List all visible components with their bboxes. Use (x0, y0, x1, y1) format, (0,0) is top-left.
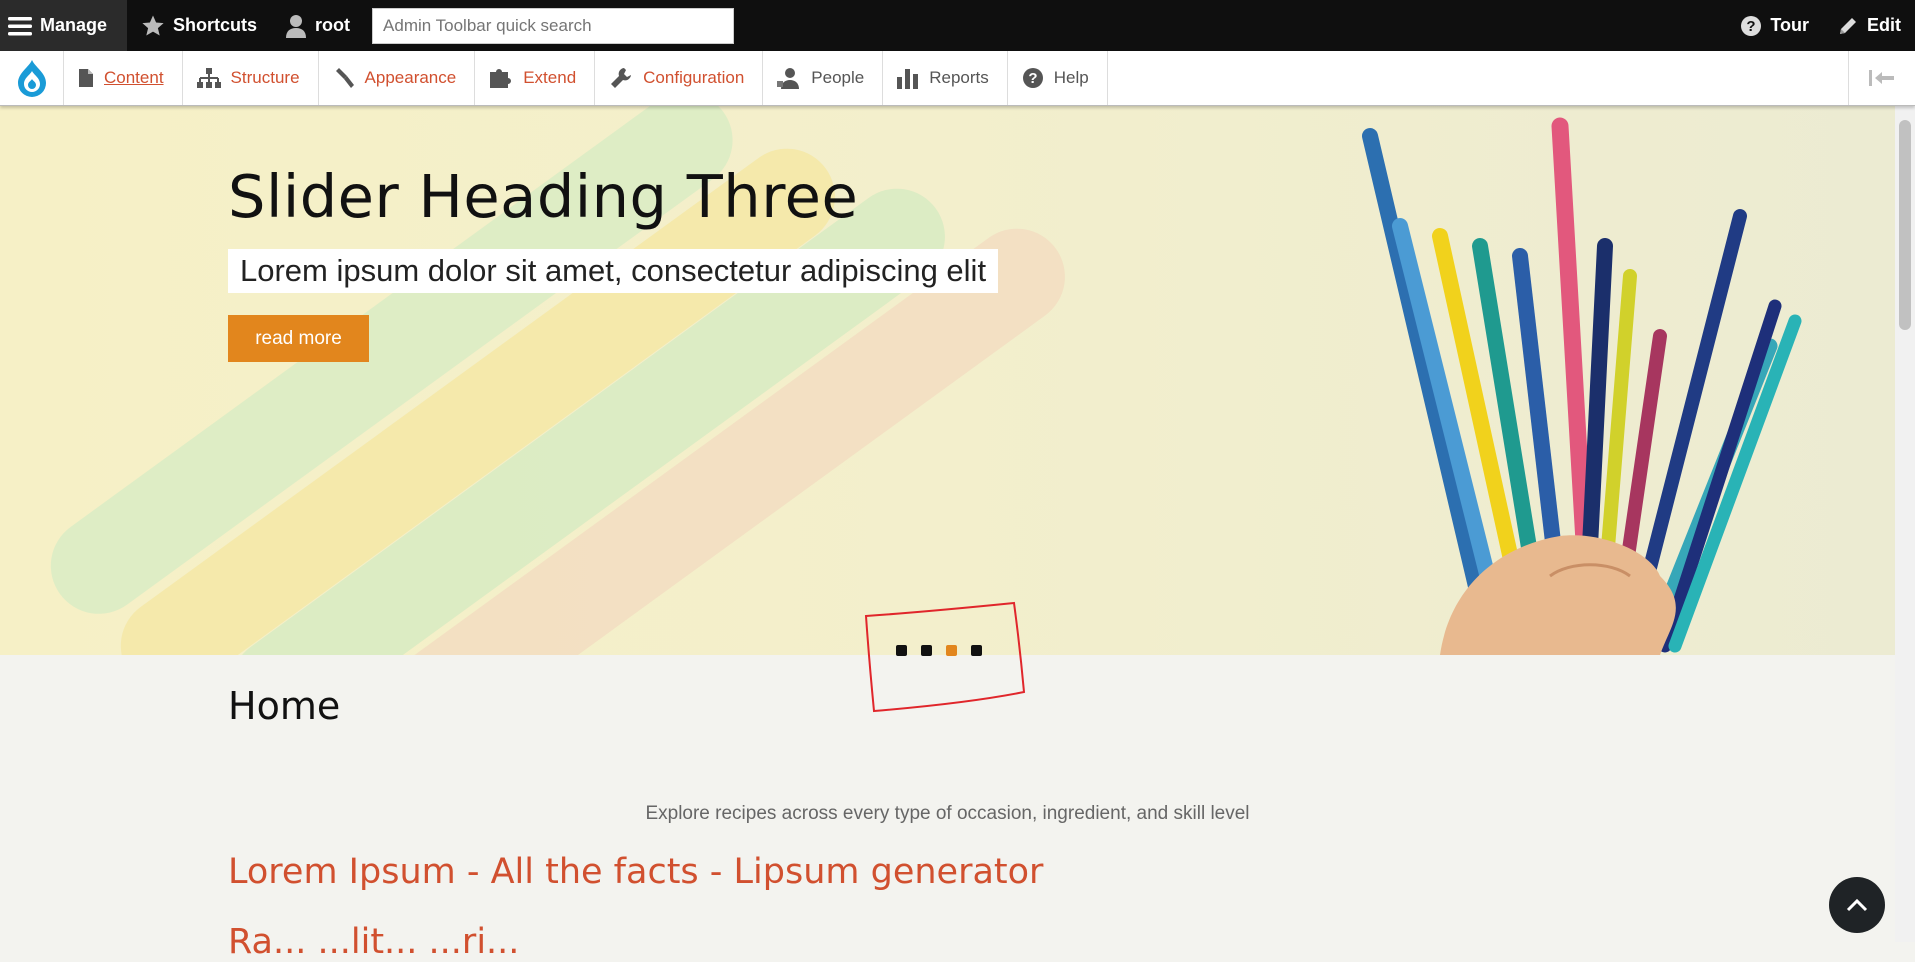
chevron-up-icon (1846, 898, 1868, 912)
tray-item-label: Help (1053, 68, 1089, 87)
admin-quick-search-input[interactable] (372, 7, 735, 44)
manage-button[interactable]: Manage (0, 0, 128, 51)
question-circle-icon: ? (1741, 15, 1762, 36)
slide-dot-1[interactable] (896, 645, 907, 656)
shortcuts-button[interactable]: Shortcuts (127, 0, 271, 51)
user-label: root (315, 15, 351, 35)
collapse-left-icon (1869, 70, 1894, 86)
tray-item-people[interactable]: People (763, 51, 884, 105)
person-icon (777, 67, 801, 89)
bar-chart-icon (897, 67, 919, 89)
slide-dot-4[interactable] (971, 645, 982, 656)
page-scrollbar[interactable] (1895, 106, 1915, 942)
slide-dot-3[interactable] (946, 645, 957, 656)
hero-title: Slider Heading Three (228, 162, 859, 231)
svg-text:?: ? (1028, 70, 1037, 87)
tray-item-label: Content (104, 68, 164, 87)
tray-item-reports[interactable]: Reports (883, 51, 1008, 105)
tray-item-label: Structure (230, 68, 300, 87)
admin-tray: Content Structure Appearance Extend Conf… (0, 51, 1915, 106)
tray-item-appearance[interactable]: Appearance (319, 51, 476, 105)
tray-item-label: People (811, 68, 865, 87)
read-more-button[interactable]: read more (228, 315, 369, 362)
tray-item-extend[interactable]: Extend (475, 51, 596, 105)
article-link-partial[interactable]: Ra... ...lit... ...ri... (228, 922, 519, 962)
drupal-drop-icon (17, 60, 46, 97)
edit-button[interactable]: Edit (1823, 0, 1915, 51)
question-icon: ? (1022, 67, 1044, 89)
tour-button[interactable]: ? Tour (1726, 0, 1823, 51)
tray-item-label: Extend (523, 68, 577, 87)
back-to-top-button[interactable] (1829, 877, 1885, 933)
tray-item-help[interactable]: ? Help (1008, 51, 1108, 105)
page-title: Home (228, 684, 341, 728)
sitemap-icon (196, 68, 221, 88)
hero-slider: Slider Heading Three Lorem ipsum dolor s… (0, 106, 1895, 655)
hamburger-icon (8, 16, 32, 35)
shortcuts-label: Shortcuts (173, 15, 258, 35)
page-tagline: Explore recipes across every type of occ… (645, 803, 1250, 824)
tray-item-label: Configuration (643, 68, 745, 87)
slider-pager (896, 645, 982, 656)
person-icon (286, 14, 307, 38)
tour-label: Tour (1770, 15, 1809, 35)
hero-caption: Slider Heading Three Lorem ipsum dolor s… (228, 162, 999, 362)
paintbrush-icon (333, 67, 355, 89)
scrollbar-thumb[interactable] (1899, 120, 1911, 330)
tray-item-structure[interactable]: Structure (183, 51, 319, 105)
admin-toolbar: Manage Shortcuts root ? Tour Edit (0, 0, 1915, 51)
tray-item-label: Reports (929, 68, 989, 87)
slide-dot-2[interactable] (921, 645, 932, 656)
tray-item-configuration[interactable]: Configuration (595, 51, 764, 105)
file-icon (78, 68, 94, 88)
drupal-logo[interactable] (0, 51, 64, 105)
svg-text:?: ? (1747, 18, 1756, 35)
user-button[interactable]: root (271, 0, 364, 51)
hero-subtitle: Lorem ipsum dolor sit amet, consectetur … (228, 249, 999, 293)
article-link[interactable]: Lorem Ipsum - All the facts - Lipsum gen… (228, 852, 1043, 892)
wrench-icon (609, 66, 633, 90)
star-icon (142, 15, 164, 35)
pencil-icon (1840, 17, 1856, 34)
edit-label: Edit (1867, 15, 1901, 35)
tray-orientation-toggle[interactable] (1848, 51, 1915, 105)
manage-label: Manage (40, 15, 108, 35)
tray-item-content[interactable]: Content (64, 51, 183, 105)
colored-pencils-image (1362, 117, 1802, 655)
tray-item-label: Appearance (364, 68, 457, 87)
puzzle-icon (489, 67, 513, 89)
